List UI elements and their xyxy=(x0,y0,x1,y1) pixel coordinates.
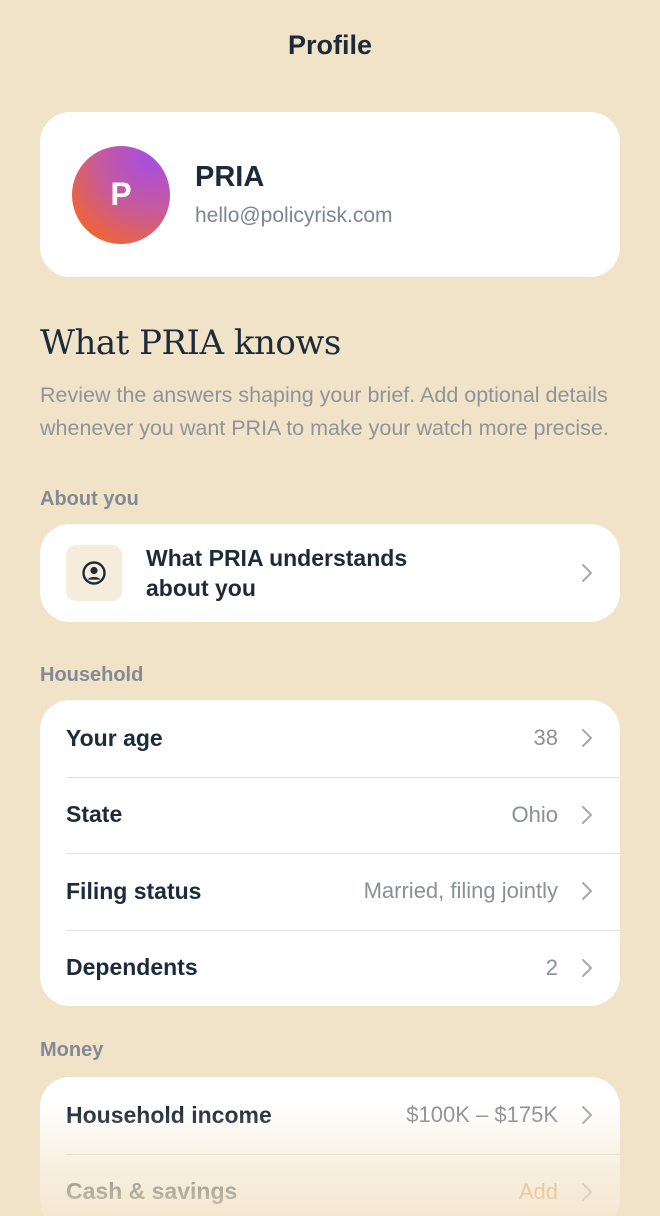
row-value: $100K – $175K xyxy=(406,1102,558,1128)
chevron-right-icon xyxy=(582,564,592,582)
row-label: Cash & savings xyxy=(66,1178,238,1205)
chevron-right-icon xyxy=(582,882,592,901)
household-card: Your age 38 State Ohio Filing status Mar… xyxy=(40,700,620,1006)
profile-name: PRIA xyxy=(195,161,265,193)
top-bar: Profile xyxy=(0,0,660,92)
row-value: Ohio xyxy=(511,801,558,827)
section-description: Review the answers shaping your brief. A… xyxy=(40,383,609,440)
about-you-item[interactable]: What PRIA understands about you xyxy=(40,524,620,622)
profile-card[interactable]: P PRIA hello@policyrisk.com xyxy=(40,112,620,277)
money-row-income[interactable]: Household income $100K – $175K xyxy=(40,1077,620,1154)
section-heading: What PRIA knows xyxy=(40,323,341,363)
group-label-about: About you xyxy=(40,488,139,510)
row-value: Married, filing jointly xyxy=(363,878,558,904)
row-label: Your age xyxy=(66,724,163,751)
group-label-household: Household xyxy=(40,664,144,686)
row-label: Dependents xyxy=(66,954,198,981)
avatar: P xyxy=(72,145,170,244)
row-label: Household income xyxy=(66,1101,272,1128)
about-you-label-line2: about you xyxy=(146,575,256,601)
chevron-right-icon xyxy=(582,729,592,748)
user-circle-icon xyxy=(66,545,122,601)
household-row-filing-status[interactable]: Filing status Married, filing jointly xyxy=(40,853,620,930)
chevron-right-icon xyxy=(582,958,592,977)
avatar-initial: P xyxy=(110,176,132,212)
page-title: Profile xyxy=(287,29,373,60)
chevron-right-icon xyxy=(582,805,592,824)
add-link[interactable]: Add xyxy=(519,1179,558,1205)
chevron-right-icon xyxy=(582,1182,592,1201)
household-row-dependents[interactable]: Dependents 2 xyxy=(40,929,620,1007)
household-row-state[interactable]: State Ohio xyxy=(40,776,620,854)
chevron-right-icon xyxy=(582,1106,592,1125)
profile-info: PRIA hello@policyrisk.com xyxy=(195,161,393,228)
row-value: 2 xyxy=(545,954,558,980)
about-you-label: What PRIA understands about you xyxy=(146,543,580,603)
row-label: Filing status xyxy=(66,877,202,904)
row-value: 38 xyxy=(533,725,558,751)
household-row-age[interactable]: Your age 38 xyxy=(40,700,620,777)
about-you-label-line1: What PRIA understands xyxy=(146,545,408,571)
group-label-money: Money xyxy=(40,1039,104,1061)
row-label: State xyxy=(66,801,123,828)
money-row-cash-savings[interactable]: Cash & savings Add xyxy=(40,1153,620,1216)
profile-screen: Profile P PRIA hello@policyrisk.com What… xyxy=(0,0,660,1216)
profile-email: hello@policyrisk.com xyxy=(195,204,393,227)
money-card: Household income $100K – $175K Cash & sa… xyxy=(40,1077,620,1216)
